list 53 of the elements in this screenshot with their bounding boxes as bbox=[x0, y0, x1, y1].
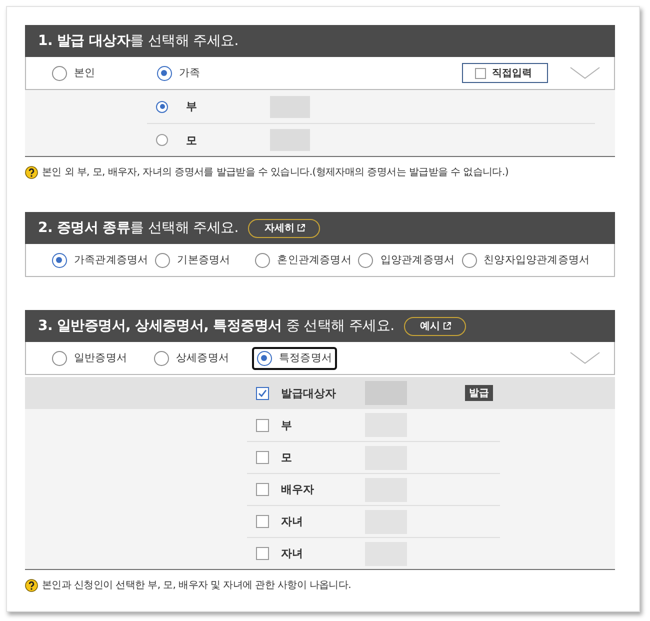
chevron-down-icon[interactable] bbox=[570, 67, 600, 79]
section-title: 2. 증명서 종류를 선택해 주세요. bbox=[38, 219, 238, 237]
radio-button[interactable] bbox=[255, 252, 270, 268]
direct-input-button[interactable]: 직접입력 bbox=[462, 63, 548, 83]
member-label: 자녀 bbox=[281, 546, 304, 561]
member-label: 부 bbox=[281, 418, 293, 432]
member-label: 부 bbox=[186, 99, 198, 114]
checkbox[interactable] bbox=[256, 483, 269, 496]
external-link-icon bbox=[297, 224, 306, 232]
checkbox[interactable] bbox=[256, 386, 269, 400]
radio-button[interactable] bbox=[156, 100, 168, 112]
radio-button[interactable] bbox=[358, 252, 374, 268]
checkbox[interactable] bbox=[256, 547, 269, 560]
member-row[interactable]: 모 bbox=[25, 441, 615, 473]
radio-option[interactable]: 본인 bbox=[47, 62, 100, 84]
info-link-button[interactable]: 자세히 bbox=[248, 218, 320, 238]
radio-button[interactable] bbox=[157, 66, 172, 80]
info-link-button[interactable]: 예시 bbox=[404, 316, 466, 336]
radio-button[interactable] bbox=[154, 350, 169, 366]
radio-option[interactable]: 상세증명서 bbox=[149, 346, 234, 370]
radio-button[interactable] bbox=[52, 66, 67, 80]
member-row[interactable]: 발급대상자 발급 bbox=[25, 377, 615, 409]
member-row[interactable]: 배우자 bbox=[25, 473, 615, 505]
radio-option[interactable]: 일반증명서 bbox=[47, 346, 132, 370]
checkbox[interactable] bbox=[475, 68, 486, 78]
external-link-icon bbox=[443, 322, 452, 330]
note-text: 본인과 신청인이 선택한 부, 모, 배우자 및 자녀에 관한 사항이 나옵니다. bbox=[42, 579, 352, 592]
radio-option[interactable]: 가족 bbox=[152, 62, 206, 84]
help-icon bbox=[25, 578, 38, 592]
section-title: 1. 발급 대상자를 선택해 주세요. bbox=[38, 32, 238, 50]
member-label: 배우자 bbox=[281, 482, 315, 497]
member-label: 자녀 bbox=[281, 514, 304, 529]
note-text: 본인 외 부, 모, 배우자, 자녀의 증명서를 발급받을 수 있습니다.(형제자매의 증명서는 발급받을 수 없습니다.) bbox=[42, 166, 508, 179]
help-icon bbox=[25, 166, 38, 178]
member-label: 모 bbox=[186, 132, 198, 148]
member-label: 모 bbox=[281, 450, 293, 465]
radio-option[interactable]: 특정증명서 bbox=[252, 346, 338, 370]
radio-button[interactable] bbox=[155, 252, 170, 268]
member-row[interactable]: 부 bbox=[25, 409, 615, 441]
member-label: 발급대상자 bbox=[281, 386, 337, 400]
checkbox[interactable] bbox=[256, 451, 269, 464]
section-title: 3. 일반증명서, 상세증명서, 특정증명서 중 선택해 주세요. bbox=[38, 317, 394, 335]
member-row[interactable]: 자녀 bbox=[25, 537, 615, 569]
checkbox[interactable] bbox=[256, 515, 269, 528]
radio-button[interactable] bbox=[52, 252, 67, 268]
member-row[interactable]: 자녀 bbox=[25, 505, 615, 537]
issue-badge: 발급 bbox=[465, 385, 493, 401]
chevron-down-icon[interactable] bbox=[570, 352, 600, 364]
radio-button[interactable] bbox=[52, 350, 67, 366]
radio-button[interactable] bbox=[156, 134, 168, 146]
radio-button[interactable] bbox=[462, 252, 477, 268]
radio-button[interactable] bbox=[257, 350, 272, 366]
checkbox[interactable] bbox=[256, 418, 269, 432]
